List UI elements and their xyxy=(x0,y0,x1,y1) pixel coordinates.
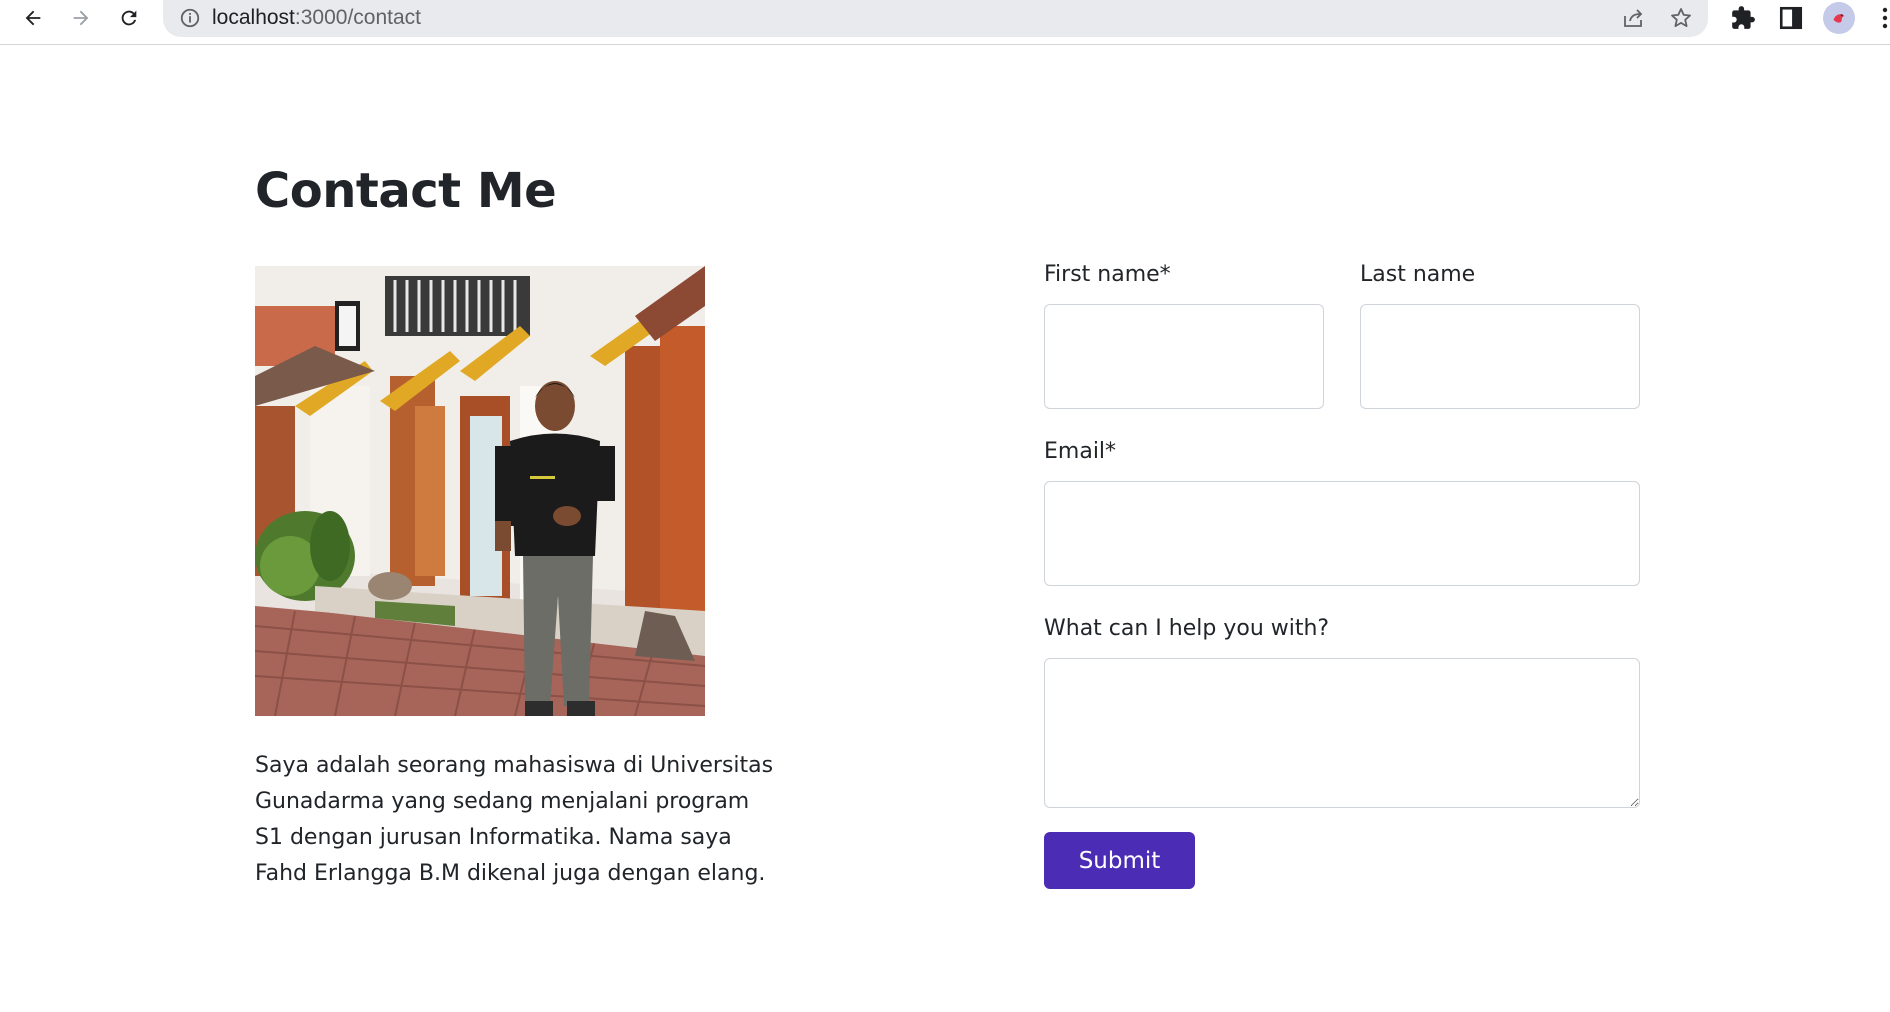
side-panel-icon[interactable] xyxy=(1778,5,1804,31)
email-label: Email* xyxy=(1044,439,1117,464)
forward-icon[interactable] xyxy=(65,2,97,34)
last-name-label: Last name xyxy=(1360,262,1476,287)
back-icon[interactable] xyxy=(17,2,49,34)
reload-icon[interactable] xyxy=(113,2,145,34)
first-name-field[interactable] xyxy=(1044,304,1324,409)
url-path: :3000/contact xyxy=(294,6,421,29)
profile-avatar[interactable] xyxy=(1823,2,1855,34)
last-name-field[interactable] xyxy=(1360,304,1640,409)
message-field[interactable] xyxy=(1044,658,1640,808)
submit-button[interactable]: Submit xyxy=(1044,832,1195,889)
address-bar[interactable]: localhost:3000/contact xyxy=(163,0,1708,37)
page-title: Contact Me xyxy=(255,163,557,219)
profile-photo xyxy=(255,266,705,716)
share-icon[interactable] xyxy=(1621,6,1645,30)
star-icon[interactable] xyxy=(1669,6,1693,30)
browser-toolbar: localhost:3000/contact xyxy=(0,0,1890,45)
url-text[interactable]: localhost:3000/contact xyxy=(212,6,421,30)
email-field[interactable] xyxy=(1044,481,1640,586)
info-icon[interactable] xyxy=(179,7,201,29)
menu-icon[interactable] xyxy=(1880,6,1890,30)
url-host: localhost xyxy=(212,6,295,29)
message-label: What can I help you with? xyxy=(1044,616,1330,641)
first-name-label: First name* xyxy=(1044,262,1171,287)
extensions-icon[interactable] xyxy=(1730,5,1756,31)
bio-text: Saya adalah seorang mahasiswa di Univers… xyxy=(255,753,774,886)
